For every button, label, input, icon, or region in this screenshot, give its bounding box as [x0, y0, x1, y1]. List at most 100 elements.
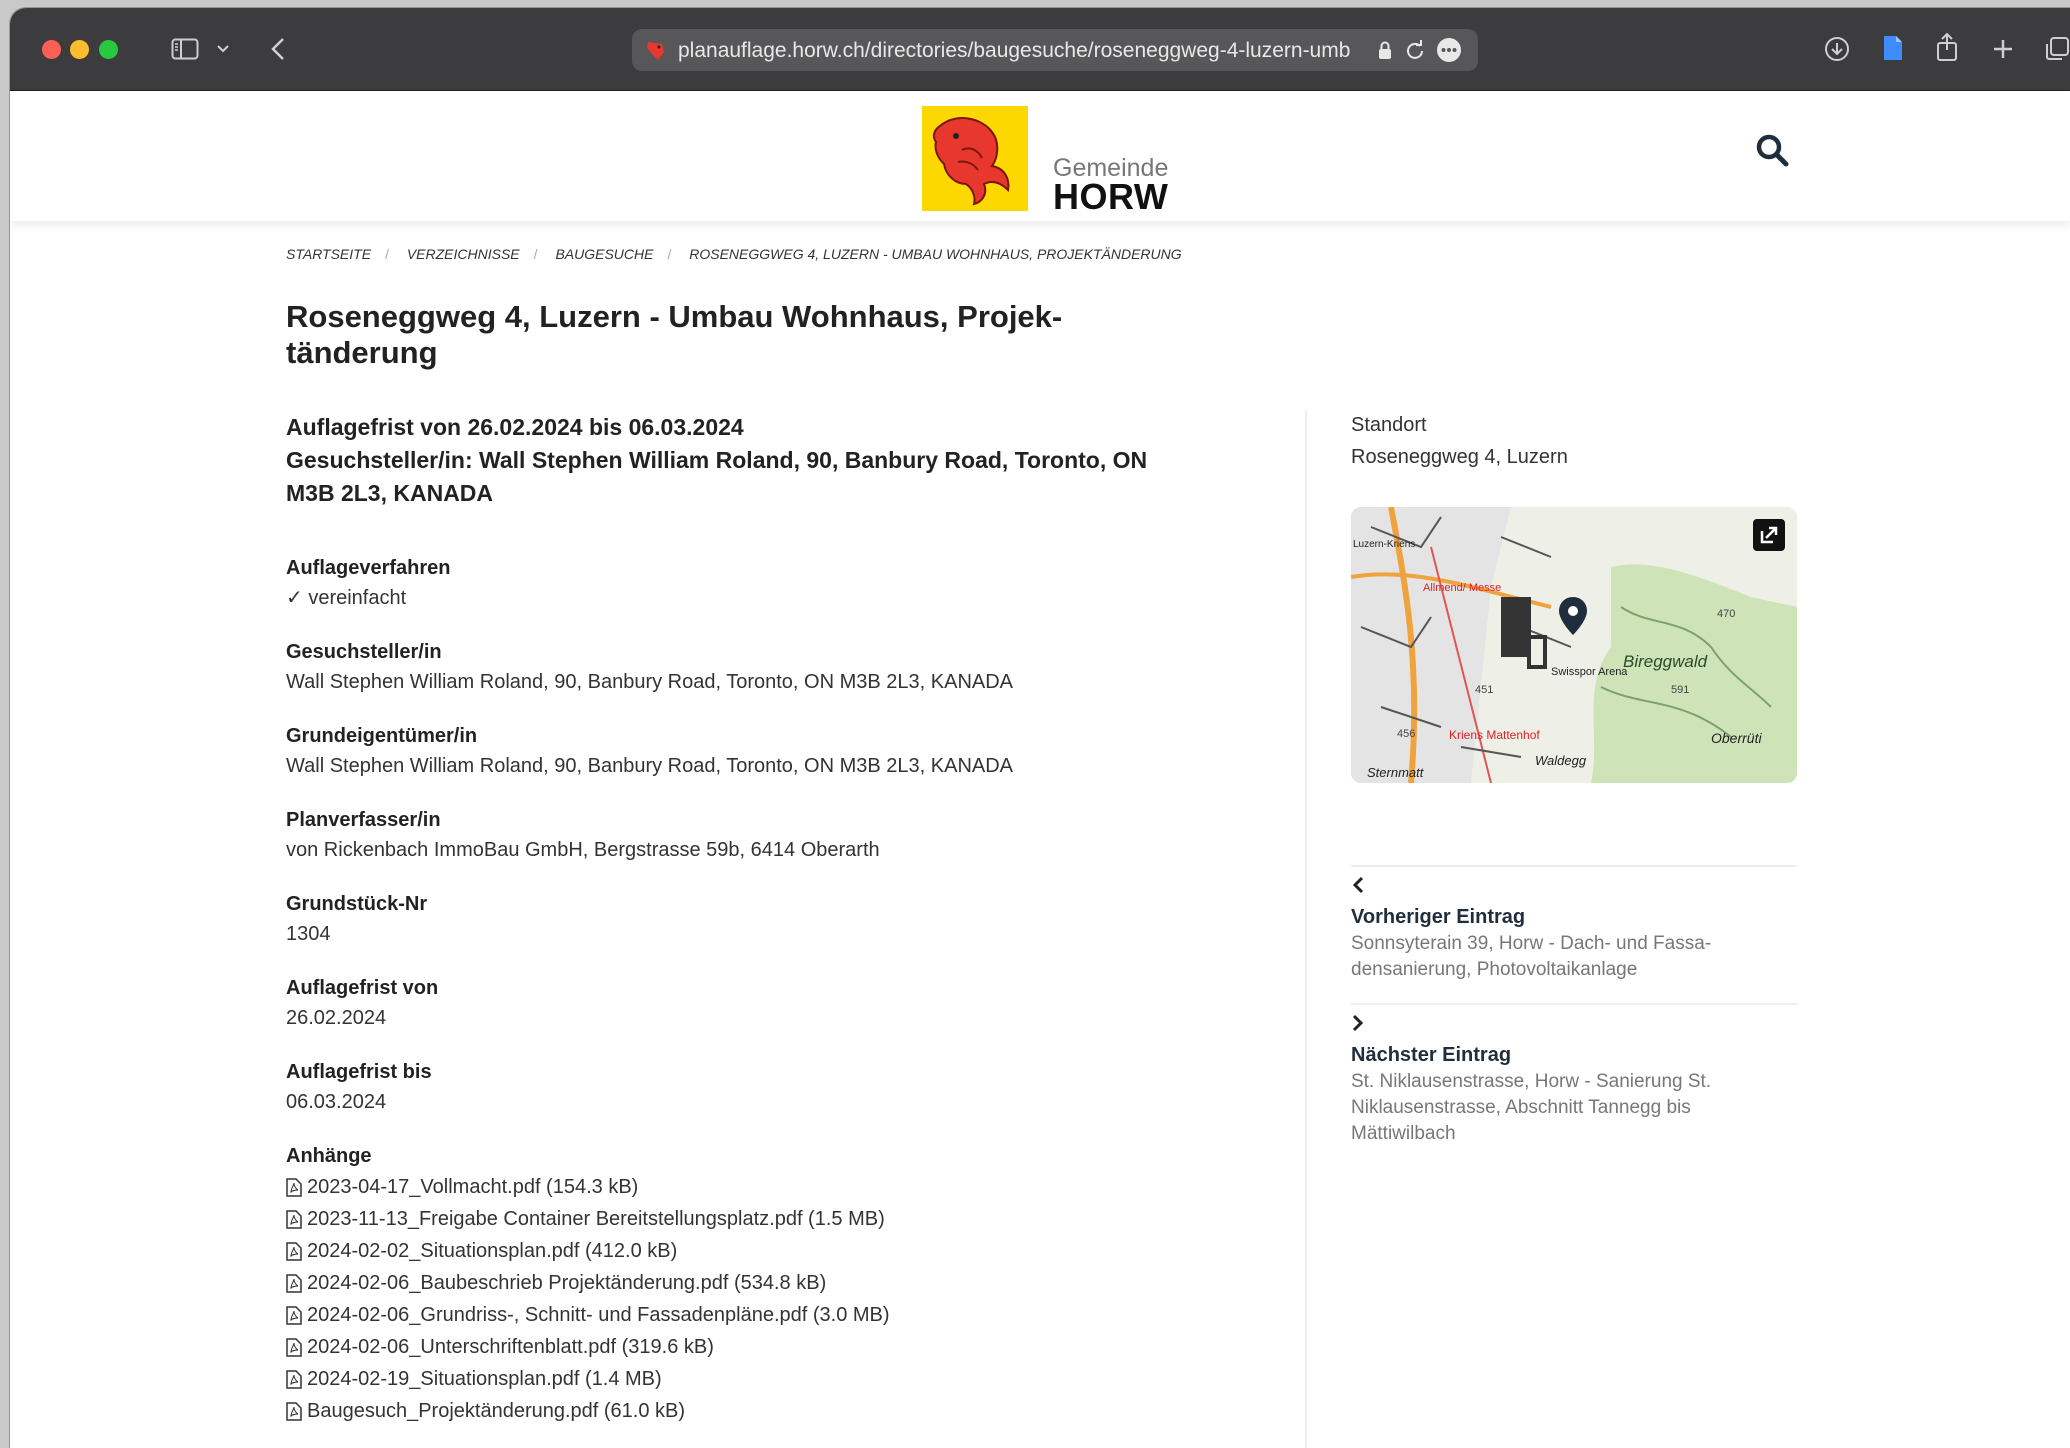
field-value: Wall Stephen William Roland, 90, Banbury…: [286, 671, 1014, 693]
location-value: Roseneggweg 4, Luzern: [1351, 446, 1568, 468]
attachment-text[interactable]: Baugesuch_Projektänderung.pdf (61.0 kB): [307, 1395, 685, 1427]
breadcrumb-baugesuche[interactable]: BAUGESUCHE: [555, 246, 653, 262]
external-link-icon: [1760, 526, 1778, 544]
tab-overview-icon[interactable]: [2042, 34, 2070, 64]
chevron-down-icon[interactable]: [214, 38, 232, 60]
pdf-file-icon: [286, 1273, 302, 1293]
horw-coat-of-arms-icon: [932, 117, 1010, 206]
url-text: planauflage.horw.ch/directories/baugesuc…: [678, 39, 1351, 62]
attachment-link[interactable]: 2024-02-06_Baubeschrieb Projektänderung.…: [286, 1267, 1186, 1299]
back-icon[interactable]: [266, 34, 290, 64]
previous-entry-link[interactable]: Vorheriger Eintrag Sonnsyterain 39, Horw…: [1351, 865, 1797, 983]
attachment-text[interactable]: 2024-02-06_Unterschriftenblatt.pdf (319.…: [307, 1331, 714, 1363]
attachment-link[interactable]: 2023-04-17_Vollmacht.pdf (154.3 kB): [286, 1171, 1186, 1203]
map-label: Luzern-Kriens: [1353, 539, 1415, 550]
attachment-link[interactable]: 2024-02-06_Grundriss-, Schnitt- und Fass…: [286, 1299, 1186, 1331]
logo-horw-text: HORW: [1053, 176, 1169, 217]
sidebar-location: Standort Roseneggweg 4, Luzern: [1351, 409, 1797, 473]
breadcrumb-home[interactable]: STARTSEITE: [286, 246, 371, 262]
attachment-text[interactable]: 2024-02-06_Baubeschrieb Projektänderung.…: [307, 1267, 826, 1299]
field-grundstueck-nr: Grundstück-Nr 1304: [286, 889, 1186, 949]
lead-text: Auflagefrist von 26.02.2024 bis 06.03.20…: [286, 411, 1166, 510]
map-open-external-button[interactable]: [1753, 519, 1785, 551]
map-label: 470: [1717, 608, 1735, 620]
address-bar[interactable]: planauflage.horw.ch/directories/baugesuc…: [632, 29, 1478, 71]
share-icon[interactable]: [1932, 30, 1962, 64]
field-auflagefrist-bis: Auflagefrist bis 06.03.2024: [286, 1057, 1186, 1117]
field-value: 26.02.2024: [286, 1007, 387, 1029]
location-label: Standort: [1351, 414, 1427, 436]
next-entry-heading[interactable]: Nächster Eintrag: [1351, 1041, 1797, 1069]
pdf-file-icon: [286, 1209, 302, 1229]
pdf-file-icon: [286, 1369, 302, 1389]
map-label: 456: [1397, 728, 1415, 740]
breadcrumb-verzeichnisse[interactable]: VERZEICHNISSE: [407, 246, 520, 262]
field-label: Auflagefrist bis: [286, 1061, 432, 1083]
field-value: 06.03.2024: [286, 1091, 387, 1113]
location-map[interactable]: Luzern-Kriens Allmend/ Messe Swisspor Ar…: [1351, 507, 1797, 783]
previous-entry-text[interactable]: Sonnsyterain 39, Horw - Dach- und Fassa­…: [1351, 931, 1797, 983]
field-grundeigentuemer: Grundeigentümer/in Wall Stephen William …: [286, 721, 1186, 781]
field-label: Auflagefrist von: [286, 977, 439, 999]
field-label: Grundeigentümer/in: [286, 725, 478, 747]
field-value: 1304: [286, 923, 331, 945]
search-button[interactable]: [1755, 133, 1795, 173]
field-auflageverfahren: Auflageverfahren ✓ vereinfacht: [286, 553, 1186, 613]
map-label: Kriens Mattenhof: [1449, 728, 1540, 742]
downloads-icon[interactable]: [1822, 34, 1852, 64]
attachment-link[interactable]: 2024-02-02_Situationsplan.pdf (412.0 kB): [286, 1235, 1186, 1267]
attachment-text[interactable]: 2024-02-19_Situationsplan.pdf (1.4 MB): [307, 1363, 662, 1395]
attachment-link[interactable]: 2023-11-13_Freigabe Container Bereitstel…: [286, 1203, 1186, 1235]
field-gesuchsteller: Gesuchsteller/in Wall Stephen William Ro…: [286, 637, 1186, 697]
pdf-file-icon: [286, 1177, 302, 1197]
map-image: Luzern-Kriens Allmend/ Messe Swisspor Ar…: [1351, 507, 1797, 783]
field-anhaenge: Anhänge 2023-04-17_Vollmacht.pdf (154.3 …: [286, 1141, 1186, 1427]
document-icon[interactable]: [1878, 32, 1908, 64]
breadcrumb: STARTSEITE / VERZEICHNISSE / BAUGESUCHE / R…: [286, 246, 1182, 262]
site-favicon-icon: [647, 42, 664, 60]
field-label: Auflageverfahren: [286, 557, 451, 579]
attachment-link[interactable]: 2024-02-06_Unterschriftenblatt.pdf (319.…: [286, 1331, 1186, 1363]
map-label: 591: [1671, 684, 1689, 696]
map-label: Waldegg: [1535, 753, 1587, 768]
map-label: 451: [1475, 684, 1493, 696]
lock-icon: [1376, 38, 1394, 62]
field-label: Gesuchsteller/in: [286, 641, 442, 663]
chevron-left-icon: [1351, 873, 1797, 903]
map-label: Sternmatt: [1367, 765, 1425, 780]
close-window-button[interactable]: [42, 40, 61, 59]
breadcrumb-current[interactable]: ROSENEGGWEG 4, LUZERN - UMBAU WOHNHAUS, …: [689, 246, 1181, 262]
pdf-file-icon: [286, 1337, 302, 1357]
chevron-right-icon: [1351, 1011, 1797, 1041]
pdf-file-icon: [286, 1305, 302, 1325]
field-value: Wall Stephen William Roland, 90, Banbury…: [286, 755, 1014, 777]
map-label: Swisspor Arena: [1551, 666, 1628, 678]
reload-icon[interactable]: [1404, 38, 1426, 62]
field-value: ✓ vereinfacht: [286, 587, 407, 609]
attachment-text[interactable]: 2024-02-06_Grundriss-, Schnitt- und Fass…: [307, 1299, 890, 1331]
page-title: Roseneggweg 4, Luzern - Umbau Wohnhaus, …: [286, 299, 1063, 370]
new-tab-icon[interactable]: [1988, 34, 2018, 64]
attachment-link[interactable]: Baugesuch_Projektänderung.pdf (61.0 kB): [286, 1395, 1186, 1427]
previous-entry-heading[interactable]: Vorheriger Eintrag: [1351, 903, 1797, 931]
horw-logo[interactable]: [922, 106, 1028, 211]
minimize-window-button[interactable]: [70, 40, 89, 59]
column-divider: [1305, 411, 1307, 1448]
field-value: von Rickenbach ImmoBau GmbH, Bergstrasse…: [286, 839, 880, 861]
site-header: Gemeinde HORW: [10, 91, 2070, 221]
next-entry-text[interactable]: St. Niklausenstrasse, Horw - Sanierung S…: [1351, 1069, 1797, 1147]
more-options-icon[interactable]: [1436, 37, 1462, 63]
next-entry-link[interactable]: Nächster Eintrag St. Niklausenstrasse, H…: [1351, 1003, 1797, 1147]
attachment-link[interactable]: 2024-02-19_Situationsplan.pdf (1.4 MB): [286, 1363, 1186, 1395]
detail-fields: Auflageverfahren ✓ vereinfacht Gesuchste…: [286, 553, 1186, 1448]
zoom-window-button[interactable]: [99, 40, 118, 59]
attachment-text[interactable]: 2023-04-17_Vollmacht.pdf (154.3 kB): [307, 1171, 638, 1203]
pdf-file-icon: [286, 1401, 302, 1421]
attachment-text[interactable]: 2024-02-02_Situationsplan.pdf (412.0 kB): [307, 1235, 677, 1267]
attachment-text[interactable]: 2023-11-13_Freigabe Container Bereitstel…: [307, 1203, 885, 1235]
sidebar-icon[interactable]: [170, 34, 200, 64]
field-label: Grundstück-Nr: [286, 893, 428, 915]
search-icon: [1756, 134, 1789, 167]
field-planverfasser: Planverfasser/in von Rickenbach ImmoBau …: [286, 805, 1186, 865]
web-page: Gemeinde HORW STARTSEITE / VERZEICHNISSE /…: [10, 91, 2070, 1448]
